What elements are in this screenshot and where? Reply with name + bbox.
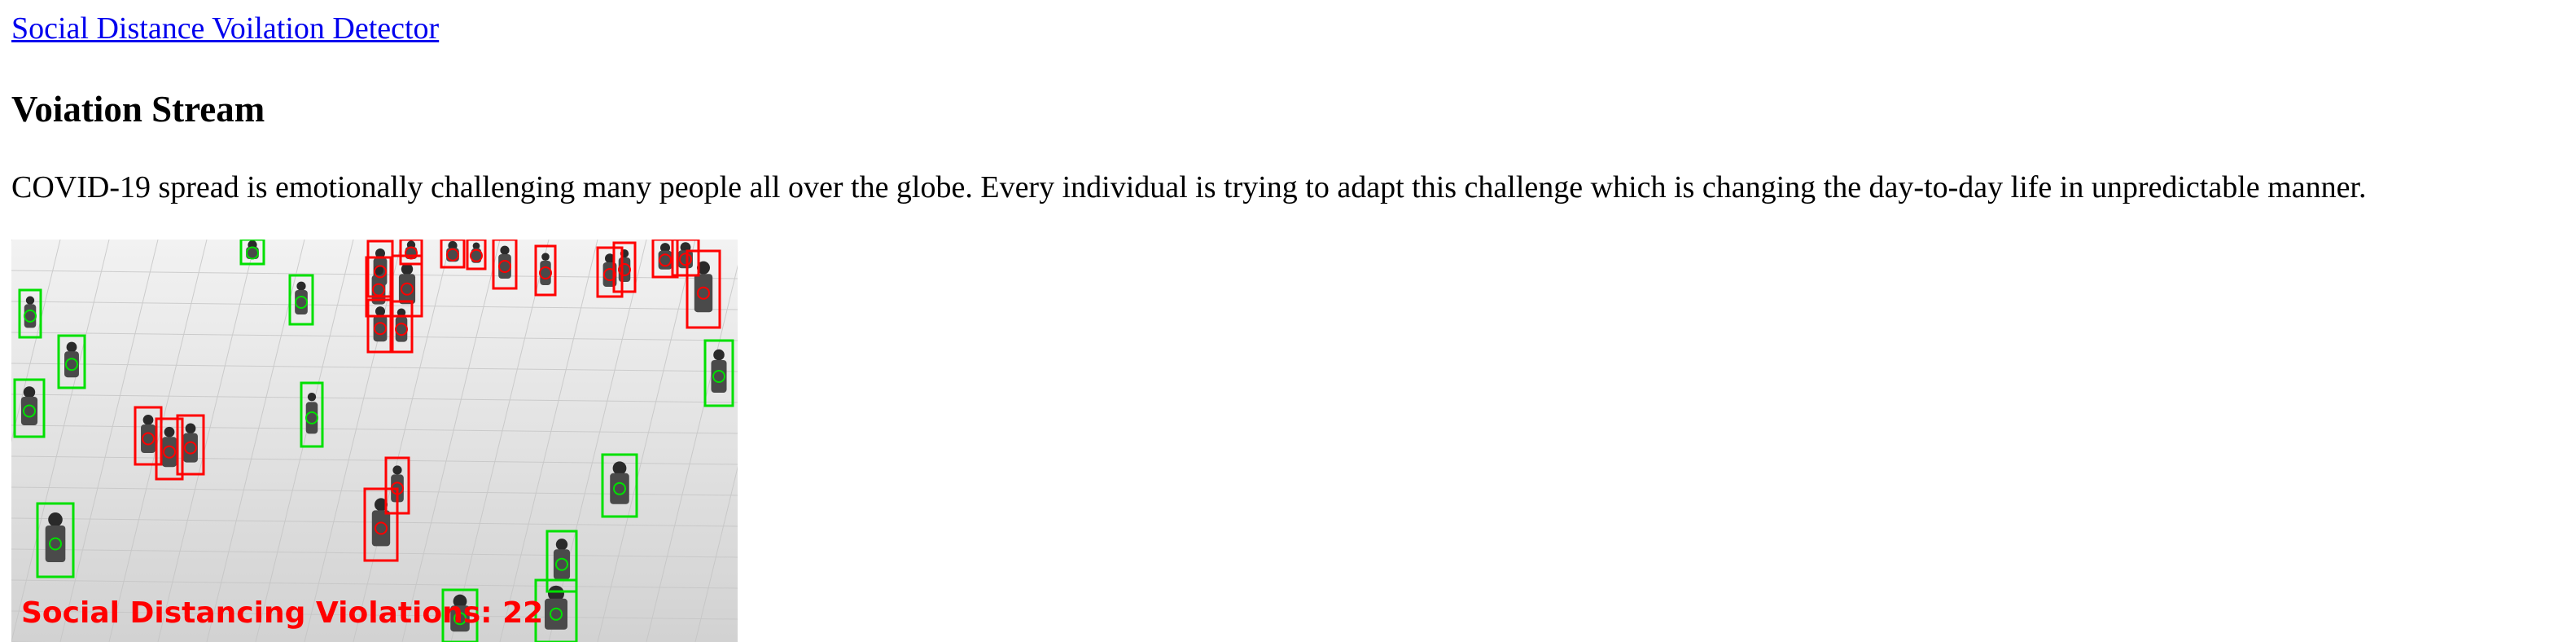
violation-stream-frame: Social Distancing Violations: 22	[11, 240, 738, 642]
person-body	[24, 304, 37, 328]
person-body	[395, 316, 408, 342]
person-head	[555, 539, 568, 551]
person-body	[295, 290, 308, 314]
person-body	[618, 257, 631, 282]
intro-paragraph: COVID-19 spread is emotionally challengi…	[11, 170, 2367, 204]
person-head	[142, 415, 154, 425]
person-head	[500, 245, 510, 255]
person-body	[610, 473, 629, 504]
person-head	[392, 465, 402, 475]
person-body	[658, 250, 672, 270]
person-body	[498, 254, 511, 279]
violation-count-label: Social Distancing Violations: 22	[21, 596, 543, 630]
person-body	[45, 525, 66, 562]
person-head	[307, 392, 317, 402]
stream-image: Social Distancing Violations: 22	[11, 240, 738, 642]
person-head	[713, 349, 725, 361]
person-head	[612, 461, 627, 476]
person-body	[446, 248, 459, 262]
person-head	[66, 341, 77, 353]
person-head	[375, 306, 385, 317]
brand-link[interactable]: Social Distance Voilation Detector	[11, 8, 439, 49]
person-head	[185, 423, 196, 434]
person-body	[305, 402, 318, 434]
person-head	[23, 386, 36, 398]
person-head	[164, 426, 175, 438]
person-body	[540, 261, 551, 285]
person-head	[25, 296, 35, 305]
page-title: Voiation Stream	[11, 89, 265, 130]
person-head	[541, 253, 550, 261]
person-head	[296, 281, 306, 291]
person-head	[48, 512, 63, 527]
person-body	[373, 315, 388, 342]
person-body	[545, 598, 567, 630]
